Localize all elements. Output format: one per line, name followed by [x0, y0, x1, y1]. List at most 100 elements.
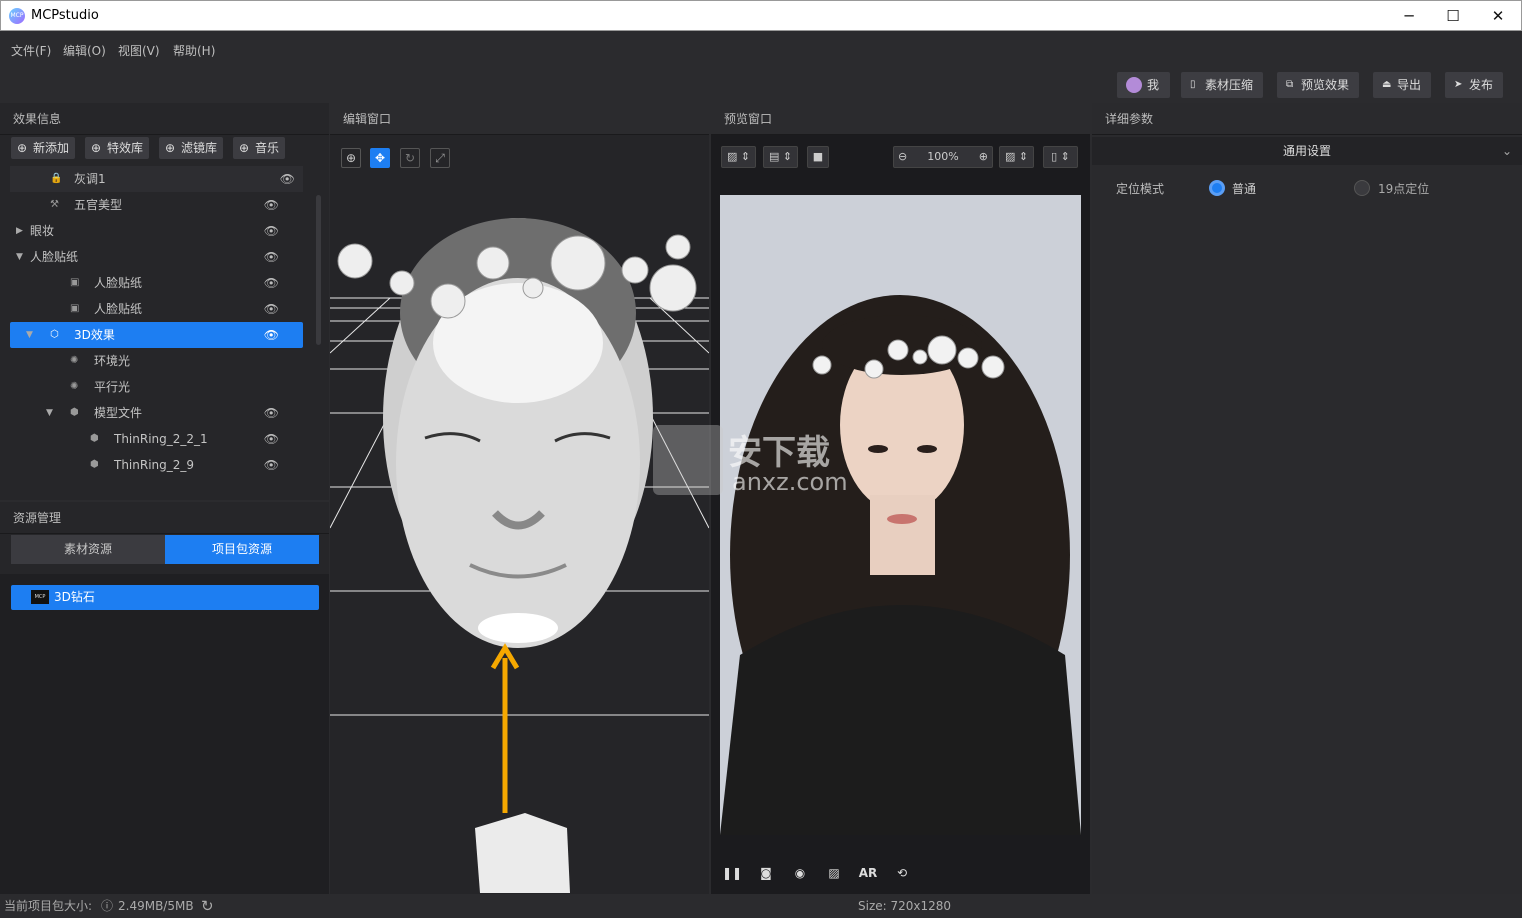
eye-icon[interactable]: 👁 — [264, 322, 279, 348]
tree-item[interactable]: ▣ 人脸贴纸 👁 — [10, 296, 303, 322]
menu-edit[interactable]: 编辑(O) — [63, 42, 106, 59]
tree-item[interactable]: ✺ 环境光 — [10, 348, 303, 374]
chevron-right-icon[interactable]: ▶ — [16, 218, 23, 244]
menu-view[interactable]: 视图(V) — [118, 42, 160, 59]
chevron-down-icon[interactable]: ▼ — [46, 400, 53, 426]
eye-icon[interactable]: 👁 — [280, 166, 295, 192]
publish-button[interactable]: ➤ 发布 — [1445, 72, 1504, 98]
camera-icon[interactable]: ■ — [807, 146, 829, 168]
watermark-text: 安下载 — [728, 433, 830, 473]
chevron-down-icon[interactable]: ▼ — [26, 322, 33, 348]
radio-normal-label: 普通 — [1232, 182, 1257, 196]
tree-item[interactable]: ▶ 眼妆 👁 — [10, 218, 303, 244]
package-size-value: 2.49MB/5MB — [118, 899, 194, 913]
package-size-label: 当前项目包大小: — [4, 899, 93, 913]
minimize-button[interactable]: ─ — [1394, 5, 1424, 27]
preview-label: 预览效果 — [1301, 78, 1350, 92]
eye-icon[interactable]: 👁 — [264, 426, 279, 452]
device-icon[interactable]: ▯ ⇕ — [1043, 146, 1078, 168]
image-source-icon[interactable]: ▨ ⇕ — [721, 146, 756, 168]
record-icon[interactable]: ◉ — [790, 863, 810, 883]
add-object-icon[interactable]: ⊕ — [341, 148, 361, 168]
tree-item[interactable]: ▣ 人脸贴纸 👁 — [10, 270, 303, 296]
tree-item[interactable]: ▼ ⬢ 模型文件 👁 — [10, 400, 303, 426]
positioning-label: 定位模式 — [1116, 182, 1165, 196]
effect-library-label: 特效库 — [107, 141, 144, 155]
tree-item-label: 人脸贴纸 — [30, 250, 79, 264]
pause-icon[interactable]: ❚❚ — [722, 863, 742, 883]
filter-library-button[interactable]: ⊕ 滤镜库 — [159, 137, 224, 159]
3d-viewport[interactable] — [330, 173, 709, 894]
rotate-tool-icon[interactable]: ↻ — [400, 148, 420, 168]
tree-item[interactable]: ▼ ⬡ 3D效果 👁 — [10, 322, 303, 348]
menu-file[interactable]: 文件(F) — [11, 42, 51, 59]
tab-material-resources[interactable]: 素材资源 — [11, 535, 165, 564]
tree-item-label: 眼妆 — [30, 224, 55, 238]
scale-tool-icon[interactable]: ⤢ — [430, 148, 450, 168]
refresh-icon[interactable]: ↻ — [201, 894, 214, 918]
zoom-out-icon[interactable]: ⊖ — [898, 147, 907, 167]
tree-item[interactable]: 🔒 灰调1 👁 — [10, 166, 303, 192]
eye-icon[interactable]: 👁 — [264, 192, 279, 218]
effect-library-button[interactable]: ⊕ 特效库 — [85, 137, 150, 159]
radio-19point[interactable] — [1354, 180, 1370, 196]
help-icon[interactable]: ⓘ — [101, 894, 113, 918]
add-new-label: 新添加 — [33, 141, 70, 155]
eye-icon[interactable]: 👁 — [264, 452, 279, 478]
radio-normal[interactable] — [1209, 180, 1225, 196]
resource-item-label: 3D钻石 — [54, 590, 95, 604]
maximize-button[interactable]: ☐ — [1438, 5, 1468, 27]
filter-library-label: 滤镜库 — [181, 141, 218, 155]
me-button[interactable]: 我 — [1117, 72, 1170, 98]
reset-icon[interactable]: ⟲ — [892, 863, 912, 883]
plus-icon: ⊕ — [165, 141, 176, 155]
export-icon: ⏏ — [1382, 79, 1392, 90]
eye-icon[interactable]: 👁 — [264, 244, 279, 270]
eye-icon[interactable]: 👁 — [264, 270, 279, 296]
editor-window: 编辑窗口 ⊕ ✥ ↻ ⤢ — [330, 103, 709, 894]
section-header[interactable]: 通用设置 ⌄ — [1092, 137, 1522, 165]
me-label: 我 — [1147, 78, 1160, 92]
music-button[interactable]: ⊕ 音乐 — [233, 137, 286, 159]
tree-item[interactable]: ⬢ ThinRing_2_2_1 👁 — [10, 426, 303, 452]
close-button[interactable]: ✕ — [1483, 5, 1513, 27]
resource-item[interactable]: MCP 3D钻石 — [11, 585, 319, 610]
eye-icon[interactable]: 👁 — [264, 400, 279, 426]
screenshot-icon[interactable]: ◙ — [756, 863, 776, 883]
eye-icon[interactable]: 👁 — [264, 296, 279, 322]
move-tool-icon[interactable]: ✥ — [370, 148, 390, 168]
eye-icon[interactable]: 👁 — [264, 218, 279, 244]
video-source-icon[interactable]: ▤ ⇕ — [763, 146, 798, 168]
model-icon: ⬢ — [70, 407, 79, 418]
preview-effect-button[interactable]: ⧉ 预览效果 — [1277, 72, 1360, 98]
zoom-control[interactable]: ⊖ 100% ⊕ — [893, 146, 993, 168]
background-icon[interactable]: ▨ ⇕ — [999, 146, 1034, 168]
tab-project-resources[interactable]: 项目包资源 — [165, 535, 319, 564]
export-button[interactable]: ⏏ 导出 — [1373, 72, 1432, 98]
cube-icon: ⬡ — [50, 329, 59, 340]
title-bar: MCP MCPstudio ─ ☐ ✕ — [0, 0, 1522, 31]
add-new-button[interactable]: ⊕ 新添加 — [11, 137, 76, 159]
file-icon: ▯ — [1190, 79, 1196, 90]
tree-scrollbar[interactable] — [316, 195, 321, 345]
tree-item[interactable]: ✺ 平行光 — [10, 374, 303, 400]
menu-help[interactable]: 帮助(H) — [173, 42, 215, 59]
collapse-icon[interactable]: ⌄ — [1502, 137, 1512, 165]
tree-item[interactable]: ⬢ ThinRing_2_9 👁 — [10, 452, 303, 478]
zoom-in-icon[interactable]: ⊕ — [979, 147, 988, 167]
plus-icon: ⊕ — [91, 141, 102, 155]
compress-button[interactable]: ▯ 素材压缩 — [1181, 72, 1264, 98]
tree-item[interactable]: ▼ 人脸贴纸 👁 — [10, 244, 303, 270]
status-bar: 当前项目包大小: ⓘ 2.49MB/5MB ↻ Size: 720x1280 — [0, 894, 1522, 918]
watermark-logo — [653, 425, 723, 495]
mcp-badge-icon: MCP — [31, 590, 49, 604]
chevron-down-icon[interactable]: ▼ — [16, 244, 23, 270]
tree-item-label: 人脸贴纸 — [94, 276, 143, 290]
gallery-icon[interactable]: ▨ — [824, 863, 844, 883]
ar-button[interactable]: AR — [858, 863, 878, 883]
effects-panel-title: 效果信息 — [0, 103, 329, 135]
resource-list: MCP 3D钻石 — [0, 574, 329, 894]
tree-item-label: 五官美型 — [74, 198, 123, 212]
tree-item[interactable]: ⚒ 五官美型 👁 — [10, 192, 303, 218]
window-title: MCPstudio — [31, 8, 99, 23]
